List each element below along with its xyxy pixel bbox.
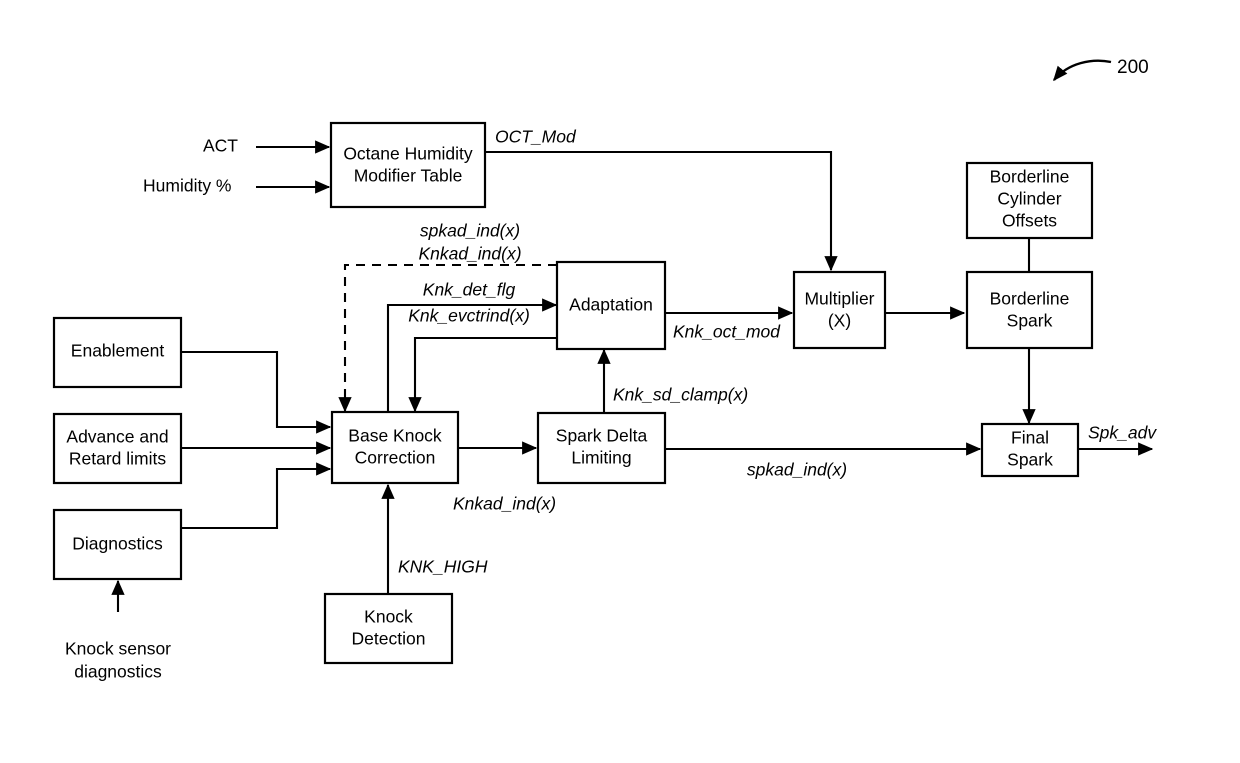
signal-label-knk-sd-clamp: Knk_sd_clamp(x)	[613, 385, 748, 405]
block-label-line2: (X)	[828, 311, 851, 331]
block-label-line1: Multiplier	[804, 289, 874, 309]
reference-numeral-arrow	[1053, 59, 1112, 82]
signal-label-spkad-ind-out: spkad_ind(x)	[747, 460, 847, 480]
signal-label-spkad-ind-feedback: spkad_ind(x)	[420, 221, 520, 241]
block-label-line2: Modifier Table	[354, 166, 463, 186]
block-label-line2: Correction	[355, 448, 436, 468]
block-label-line1: Enablement	[71, 341, 165, 361]
signal-label-knk-evctrind: Knk_evctrind(x)	[408, 306, 530, 326]
block-label-line1: Knock	[364, 607, 413, 627]
block-multiplier[interactable]: Multiplier (X)	[792, 270, 887, 350]
connector-adaptation-to-base-knock	[408, 336, 557, 413]
block-diagnostics[interactable]: Diagnostics	[52, 508, 183, 581]
block-enablement[interactable]: Enablement	[52, 316, 183, 389]
block-base-knock-correction[interactable]: Base Knock Correction	[330, 410, 460, 485]
block-label-line1: Diagnostics	[72, 534, 163, 554]
block-label-line2: Cylinder	[997, 189, 1061, 209]
block-advance-and-retard-limits[interactable]: Advance and Retard limits	[52, 412, 183, 485]
signal-label-knkad-ind-feedback: Knkad_ind(x)	[418, 244, 521, 264]
block-adaptation[interactable]: Adaptation	[555, 260, 667, 351]
block-label-line2: Retard limits	[69, 449, 166, 469]
block-label-line1: Advance and	[66, 427, 168, 447]
block-label-line1: Final	[1011, 428, 1049, 448]
input-label-act: ACT	[203, 136, 238, 156]
connector-oct-mod-to-multiplier	[485, 150, 838, 272]
block-spark-delta-limiting[interactable]: Spark Delta Limiting	[536, 411, 667, 485]
block-final-spark[interactable]: Final Spark	[980, 422, 1080, 478]
block-label-line1: Borderline	[990, 167, 1070, 187]
block-diagram: Octane Humidity Modifier Table Enablemen…	[52, 57, 1157, 682]
block-label-line3: Offsets	[1002, 211, 1057, 231]
signal-label-knk-high: KNK_HIGH	[398, 557, 488, 577]
block-label-line1: Base Knock	[348, 426, 442, 446]
input-label-knock-sensor-diagnostics-line1: Knock sensor	[65, 639, 171, 659]
block-label-line1: Adaptation	[569, 295, 653, 315]
signal-label-oct-mod: OCT_Mod	[495, 127, 577, 147]
signal-label-knk-det-flg: Knk_det_flg	[423, 280, 516, 300]
block-label-line2: Detection	[352, 629, 426, 649]
block-knock-detection[interactable]: Knock Detection	[323, 592, 454, 665]
block-label-line2: Limiting	[571, 448, 631, 468]
block-borderline-spark[interactable]: Borderline Spark	[965, 270, 1094, 350]
connector-enablement-to-base-knock	[181, 350, 332, 434]
figure-canvas: Octane Humidity Modifier Table Enablemen…	[0, 0, 1240, 763]
block-borderline-cylinder-offsets[interactable]: Borderline Cylinder Offsets	[965, 161, 1094, 240]
block-label-line1: Borderline	[990, 289, 1070, 309]
block-label-line1: Octane Humidity	[343, 144, 473, 164]
signal-label-knk-oct-mod: Knk_oct_mod	[673, 322, 781, 342]
block-label-line1: Spark Delta	[556, 426, 648, 446]
input-label-humidity: Humidity %	[143, 176, 232, 196]
signal-label-knkad-ind-out: Knkad_ind(x)	[453, 494, 556, 514]
reference-numeral: 200	[1117, 57, 1149, 78]
block-octane-humidity-modifier-table[interactable]: Octane Humidity Modifier Table	[329, 121, 487, 209]
input-label-knock-sensor-diagnostics-line2: diagnostics	[74, 662, 162, 682]
block-label-line2: Spark	[1007, 311, 1053, 331]
signal-label-spk-adv: Spk_adv	[1088, 423, 1157, 443]
block-label-line2: Spark	[1007, 450, 1053, 470]
connector-diagnostics-to-base-knock	[181, 462, 332, 530]
